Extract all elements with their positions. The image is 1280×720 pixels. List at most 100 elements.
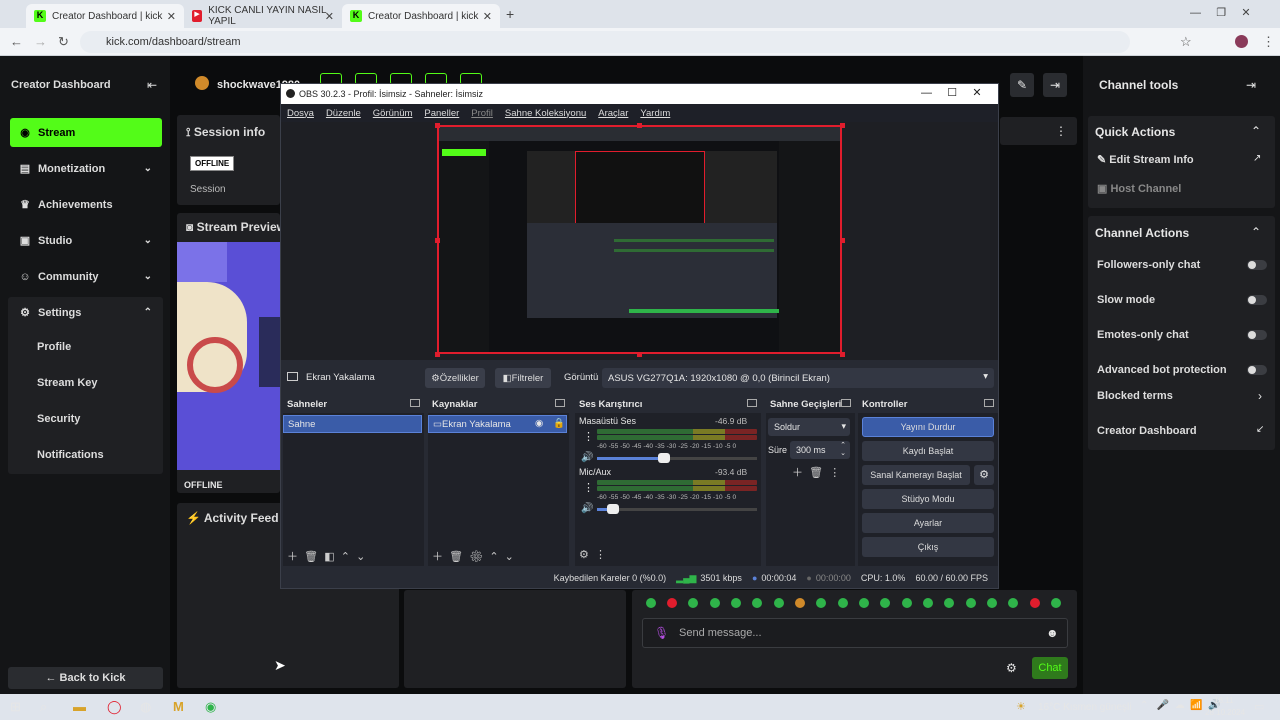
resize-handle[interactable]	[435, 238, 440, 243]
more-icon[interactable]: ⋮	[1055, 124, 1067, 138]
resize-handle[interactable]	[840, 238, 845, 243]
resize-handle[interactable]	[840, 123, 845, 128]
emote-icon[interactable]	[752, 598, 762, 608]
studio-mode-button[interactable]: Stüdyo Modu	[862, 489, 994, 509]
chrome-icon[interactable]: ◉	[205, 699, 216, 715]
transition-select[interactable]: Soldur ▾	[768, 418, 850, 436]
eye-icon[interactable]: ◉	[535, 418, 543, 429]
sidebar-item-stream[interactable]: ◉ Stream	[10, 118, 162, 147]
weather-text[interactable]: 16°C Kısmen güneşli	[1038, 702, 1132, 713]
add-icon[interactable]: ＋	[792, 467, 803, 479]
resize-handle[interactable]	[637, 352, 642, 357]
trash-icon[interactable]: 🗑	[449, 551, 463, 563]
resize-handle[interactable]	[435, 352, 440, 357]
gear-icon[interactable]: ⚙	[579, 549, 589, 561]
close-icon[interactable]: ✕	[167, 10, 176, 23]
emote-icon[interactable]	[731, 598, 741, 608]
close-icon[interactable]: ✕	[483, 10, 492, 23]
menu-item[interactable]: Dosya	[287, 108, 314, 119]
lock-icon[interactable]: 🔒	[553, 418, 565, 429]
followers-only-toggle[interactable]	[1247, 260, 1267, 270]
emote-icon[interactable]	[987, 598, 997, 608]
menu-item[interactable]: Paneller	[424, 108, 459, 119]
filter-icon[interactable]: ◧	[324, 551, 334, 563]
kebab-icon[interactable]: ⋮	[595, 549, 606, 561]
chat-input[interactable]: Send message...	[642, 618, 1068, 648]
chevron-up-icon[interactable]: ⌃	[341, 551, 350, 563]
undock-icon[interactable]	[841, 399, 851, 407]
edit-icon[interactable]: ✎	[1010, 73, 1034, 97]
sidebar-item-profile[interactable]: Profile	[37, 341, 71, 353]
chevron-down-icon[interactable]: ⌄	[505, 551, 514, 563]
gear-icon[interactable]: ⚙	[974, 465, 994, 485]
emote-icon[interactable]	[646, 598, 656, 608]
host-channel-button[interactable]: ▣ Host Channel	[1097, 182, 1181, 195]
speaker-icon[interactable]: 🔊	[581, 452, 593, 463]
back-icon[interactable]: ←	[10, 34, 23, 49]
sidebar-item-security[interactable]: Security	[37, 413, 80, 425]
volume-slider-knob[interactable]	[607, 504, 619, 514]
menu-item[interactable]: Yardım	[640, 108, 670, 119]
emotes-only-toggle[interactable]	[1247, 330, 1267, 340]
add-icon[interactable]: ＋	[287, 551, 298, 563]
windows-start-icon[interactable]: ⊞	[10, 699, 21, 715]
collapse-icon[interactable]: ⇤	[147, 78, 157, 92]
sidebar-item-community[interactable]: ☺ Community ⌄	[10, 262, 162, 291]
slow-mode-toggle[interactable]	[1247, 295, 1267, 305]
emote-icon[interactable]	[1030, 598, 1040, 608]
chevron-up-icon[interactable]: ⌃	[1251, 124, 1261, 138]
menu-item[interactable]: Düzenle	[326, 108, 361, 119]
resize-handle[interactable]	[637, 123, 642, 128]
undock-icon[interactable]	[747, 399, 757, 407]
gear-icon[interactable]: ⚙	[469, 551, 483, 563]
virtual-camera-button[interactable]: Sanal Kamerayı Başlat	[862, 465, 970, 485]
start-recording-button[interactable]: Kaydı Başlat	[862, 441, 994, 461]
sidebar-item-studio[interactable]: ▣ Studio ⌄	[10, 226, 162, 255]
creator-dashboard-link[interactable]: Creator Dashboard	[1097, 425, 1197, 437]
resize-handle[interactable]	[840, 352, 845, 357]
emote-icon[interactable]	[1008, 598, 1018, 608]
emote-icon[interactable]	[1051, 598, 1061, 608]
emote-icon[interactable]	[859, 598, 869, 608]
emote-icon[interactable]	[966, 598, 976, 608]
arrow-down-left-icon[interactable]: ↙	[1256, 424, 1264, 435]
kebab-icon[interactable]: ⋮	[583, 430, 594, 443]
trash-icon[interactable]: 🗑	[809, 467, 823, 479]
m-app-icon[interactable]: M	[173, 699, 184, 714]
speaker-icon[interactable]: 🔊	[581, 503, 593, 514]
trash-icon[interactable]: 🗑	[304, 551, 318, 563]
exit-button[interactable]: Çıkış	[862, 537, 994, 557]
exit-icon[interactable]: ⇥	[1043, 73, 1067, 97]
volume-slider[interactable]	[597, 508, 757, 511]
forward-icon[interactable]: →	[34, 34, 47, 49]
duration-input[interactable]: 300 ms ⌃ ⌄	[790, 441, 850, 459]
sidebar-item-achievements[interactable]: ♛ Achievements	[10, 190, 162, 219]
undock-icon[interactable]	[555, 399, 565, 407]
collapse-right-icon[interactable]: ⇥	[1246, 78, 1256, 92]
chevron-up-icon[interactable]: ⌃	[1251, 225, 1261, 239]
emote-icon[interactable]	[816, 598, 826, 608]
sidebar-item-monetization[interactable]: ▤ Monetization ⌄	[10, 154, 162, 183]
source-item[interactable]: ▭ Ekran Yakalama ◉ 🔒	[428, 415, 567, 433]
emoji-icon[interactable]: ☻	[1046, 626, 1059, 640]
blocked-terms-link[interactable]: Blocked terms	[1097, 390, 1173, 402]
menu-icon[interactable]: ⋮	[1262, 34, 1275, 50]
notifications-icon[interactable]: ▭	[1254, 700, 1264, 713]
new-tab-button[interactable]: +	[506, 6, 514, 22]
stepper-icon[interactable]: ⌃ ⌄	[840, 442, 846, 458]
menu-item[interactable]: Araçlar	[598, 108, 628, 119]
emote-icon[interactable]	[944, 598, 954, 608]
browser-tab[interactable]: K Creator Dashboard | kick ✕	[342, 4, 500, 28]
obs-preview[interactable]	[281, 122, 998, 360]
window-controls[interactable]: — ❐ ✕	[1190, 6, 1251, 19]
browser-tab[interactable]: K Creator Dashboard | kick ✕	[26, 4, 184, 28]
settings-button[interactable]: Ayarlar	[862, 513, 994, 533]
scene-item[interactable]: Sahne	[283, 415, 422, 433]
chevron-down-icon[interactable]: ⌄	[356, 551, 365, 563]
browser-tab[interactable]: ▶ KICK CANLI YAYIN NASIL YAPIL ✕	[184, 4, 342, 28]
chat-send-button[interactable]: Chat	[1032, 657, 1068, 679]
undock-icon[interactable]	[984, 399, 994, 407]
sidebar-item-stream-key[interactable]: Stream Key	[37, 377, 98, 389]
chevron-up-icon[interactable]: ⌃	[489, 551, 498, 563]
file-explorer-icon[interactable]: ▬	[73, 699, 86, 714]
